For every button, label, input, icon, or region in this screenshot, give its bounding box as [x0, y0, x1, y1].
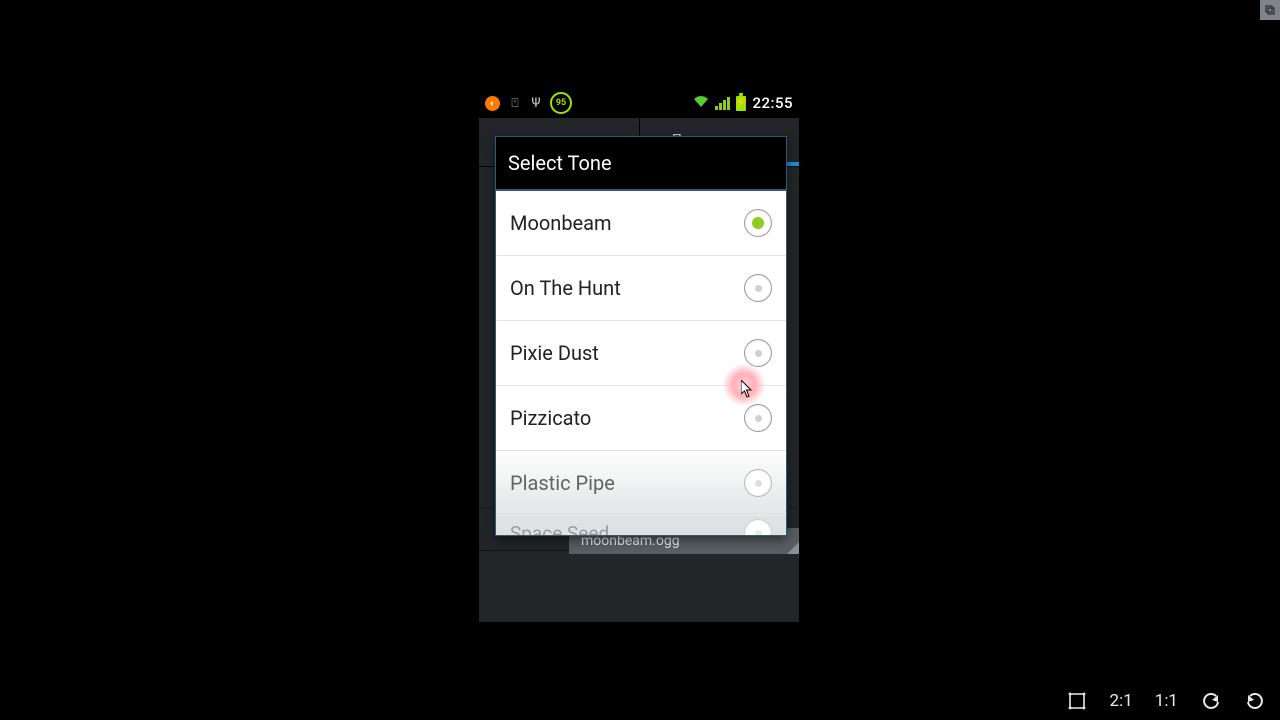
rotate-left-icon[interactable] — [1200, 690, 1222, 712]
android-icon: ⍞ — [508, 96, 522, 110]
tone-row-moonbeam[interactable]: Moonbeam — [496, 191, 786, 256]
tone-row-pixie-dust[interactable]: Pixie Dust — [496, 321, 786, 386]
window-restore-button[interactable] — [1260, 0, 1280, 20]
tone-label: Moonbeam — [510, 211, 612, 235]
tone-label: On The Hunt — [510, 276, 621, 300]
radio-unselected-icon[interactable] — [744, 339, 772, 367]
battery-circle-icon: 95 — [550, 92, 572, 114]
tone-list[interactable]: Moonbeam On The Hunt Pixie Dust Pizzicat… — [496, 191, 786, 535]
zoom-2-1-button[interactable]: 2:1 — [1110, 691, 1133, 711]
zoom-1-1-button[interactable]: 1:1 — [1155, 691, 1178, 711]
battery-icon: ⚡ — [736, 96, 746, 111]
device-frame-icon[interactable] — [1066, 690, 1088, 712]
tone-label: Space Seed — [510, 522, 609, 536]
tone-row-pizzicato[interactable]: Pizzicato — [496, 386, 786, 451]
signal-icon — [715, 97, 730, 110]
clock: 22:55 — [752, 94, 793, 112]
radio-unselected-icon[interactable] — [744, 274, 772, 302]
tone-row-space-seed[interactable]: Space Seed — [496, 516, 786, 535]
tone-label: Plastic Pipe — [510, 471, 615, 495]
radio-selected-icon[interactable] — [744, 209, 772, 237]
select-tone-dialog: Select Tone Moonbeam On The Hunt Pixie D… — [495, 136, 787, 536]
bottom-toolbar: 2:1 1:1 — [1066, 690, 1266, 712]
tone-row-plastic-pipe[interactable]: Plastic Pipe — [496, 451, 786, 516]
rotate-right-icon[interactable] — [1244, 690, 1266, 712]
usb-icon: Ψ — [530, 95, 542, 111]
wifi-icon — [693, 95, 709, 111]
tone-row-on-the-hunt[interactable]: On The Hunt — [496, 256, 786, 321]
statusbar: ◐ ⍞ Ψ 95 ⚡ 22:55 — [479, 88, 799, 118]
phone-frame: ◐ ⍞ Ψ 95 ⚡ 22:55 Предпочтения Мелодия Вы… — [479, 88, 799, 622]
radio-unselected-icon[interactable] — [744, 519, 772, 535]
ubuntu-icon: ◐ — [485, 96, 500, 111]
dialog-title: Select Tone — [496, 137, 786, 191]
tone-label: Pixie Dust — [510, 341, 599, 365]
tone-label: Pizzicato — [510, 406, 591, 430]
radio-unselected-icon[interactable] — [744, 404, 772, 432]
radio-unselected-icon[interactable] — [744, 469, 772, 497]
